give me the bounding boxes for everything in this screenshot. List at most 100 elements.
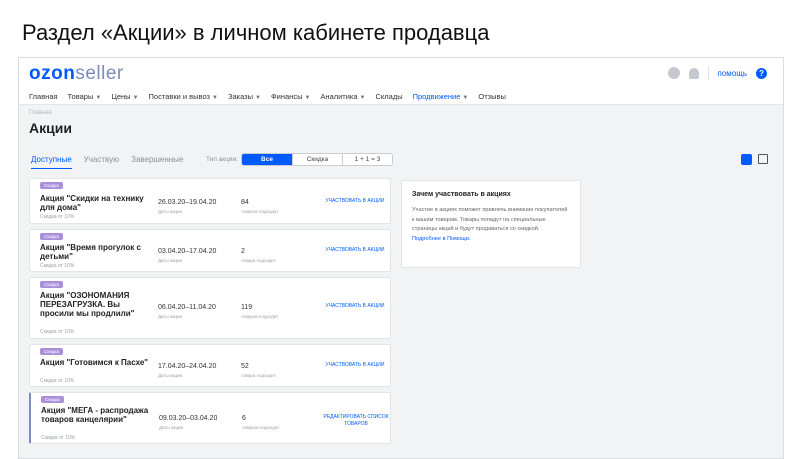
chevron-down-icon: ▼ (462, 95, 469, 101)
promo-card[interactable]: Скидка Акция "Время прогулок с детьми" С… (29, 229, 391, 272)
participate-button[interactable]: УЧАСТВОВАТЬ В АКЦИИ (322, 303, 388, 310)
promo-dates-caption: Даты акции (158, 209, 183, 214)
info-text: Участие в акциях поможет привлечь вниман… (412, 207, 568, 232)
promo-tabs: Доступные Участвую Завершенные (31, 155, 183, 169)
nav-item-prices[interactable]: Цены ▼ (111, 92, 138, 101)
logo-seller-text: seller (75, 62, 124, 84)
promo-dates-caption: Даты акции (159, 425, 184, 430)
tab-participating[interactable]: Участвую (84, 155, 119, 169)
promo-name: Акция "Готовимся к Пасхе" (40, 358, 149, 367)
nav-item-finance[interactable]: Финансы ▼ (271, 92, 310, 101)
help-link[interactable]: помощь (718, 69, 747, 78)
nav-label: Продвижение (412, 92, 461, 101)
filter-option-discount[interactable]: Скидка (292, 154, 342, 165)
promo-discount: Скидка от 10% (40, 378, 75, 384)
list-view-icon[interactable] (741, 154, 752, 165)
calendar-view-icon[interactable] (758, 154, 768, 164)
ozon-seller-logo[interactable]: ozon seller (29, 63, 124, 85)
chevron-down-icon: ▼ (211, 95, 218, 101)
help-icon[interactable]: ? (756, 67, 767, 79)
nav-label: Финансы (270, 92, 303, 101)
promo-dates: 06.04.20–11.04.20 (158, 304, 216, 311)
promo-name: Акция "МЕГА - распродажа товаров канцеля… (41, 406, 149, 424)
nav-label: Главная (29, 92, 58, 101)
promo-count-caption: товаров подходит (241, 209, 279, 214)
user-avatar-icon[interactable] (667, 67, 680, 79)
help-more-link[interactable]: Подробнее в Помощи. (412, 235, 570, 245)
nav-label: Отзывы (478, 92, 506, 101)
promo-product-count: 2 (241, 248, 245, 255)
promo-name: Акция "ОЗОНОМАНИЯ ПЕРЕЗАГРУЗКА. Вы проси… (40, 291, 135, 318)
promo-name: Акция "Скидки на технику для дома" (40, 194, 144, 212)
promo-product-count: 52 (241, 363, 249, 370)
participate-button[interactable]: УЧАСТВОВАТЬ В АКЦИИ (322, 362, 388, 369)
top-bar: ozon seller помощь ? (19, 58, 783, 89)
promo-type-badge: Скидка (40, 281, 63, 288)
nav-item-orders[interactable]: Заказы ▼ (228, 92, 261, 101)
promo-count-caption: товаров подходит (242, 425, 280, 430)
chevron-down-icon: ▼ (255, 95, 261, 101)
chevron-down-icon: ▼ (132, 95, 139, 101)
promo-discount: Скидка от 10% (41, 435, 76, 441)
info-title: Зачем участвовать в акциях (412, 191, 511, 198)
promo-count-caption: товара подходит (241, 373, 276, 378)
promo-dates-caption: Даты акции (158, 314, 183, 319)
tab-finished[interactable]: Завершенные (131, 155, 183, 169)
divider (707, 66, 709, 80)
promo-count-caption: товаров подходит (241, 314, 279, 319)
filter-option-1-plus-1[interactable]: 1 + 1 = 3 (342, 154, 392, 165)
breadcrumb[interactable]: Главная (29, 110, 52, 116)
bell-icon[interactable] (688, 67, 699, 79)
promo-card[interactable]: Скидка Акция "МЕГА - распродажа товаров … (29, 392, 391, 444)
seller-dashboard-window: ozon seller помощь ? Главная Товары ▼ Цены… (18, 57, 784, 459)
promo-type-filter: Все Скидка 1 + 1 = 3 (241, 153, 393, 166)
logo-ozon-text: ozon (29, 62, 76, 84)
promo-dates: 17.04.20–24.04.20 (158, 363, 217, 370)
promo-list: Скидка Акция "Скидки на технику для дома… (29, 178, 391, 449)
promo-product-count: 119 (241, 304, 253, 311)
promo-type-label: Тип акции: (206, 156, 238, 163)
nav-label: Цены (111, 92, 131, 101)
nav-item-supplies[interactable]: Поставки и вывоз ▼ (149, 92, 218, 101)
promo-discount: Скидка от 10% (40, 214, 75, 220)
nav-label: Склады (375, 92, 403, 101)
promo-discount: Скидка от 10% (40, 263, 75, 269)
chevron-down-icon: ▼ (95, 95, 102, 101)
tab-available[interactable]: Доступные (31, 155, 72, 169)
nav-item-analytics[interactable]: Аналитика ▼ (320, 92, 365, 101)
nav-item-products[interactable]: Товары ▼ (68, 92, 102, 101)
promo-dates: 03.04.20–17.04.20 (158, 248, 217, 255)
slide-title: Раздел «Акции» в личном кабинете продавц… (22, 20, 490, 45)
promo-name: Акция "Время прогулок с детьми" (40, 243, 141, 261)
promo-dates-caption: Даты акции (158, 258, 183, 263)
nav-label: Заказы (227, 92, 254, 101)
nav-item-warehouses[interactable]: Склады (376, 92, 403, 101)
nav-label: Поставки и вывоз (148, 92, 210, 101)
main-nav: Главная Товары ▼ Цены ▼ Поставки и вывоз ▼ … (19, 89, 783, 105)
nav-item-promotion[interactable]: Продвижение ▼ (413, 92, 469, 101)
filter-option-all[interactable]: Все (242, 154, 292, 165)
chevron-down-icon: ▼ (304, 95, 311, 101)
promo-card[interactable]: Скидка Акция "Готовимся к Пасхе" Скидка … (29, 344, 391, 387)
participate-button[interactable]: УЧАСТВОВАТЬ В АКЦИИ (322, 198, 388, 205)
promo-discount: Скидка от 10% (40, 329, 75, 335)
promo-type-badge: Скидка (40, 348, 63, 355)
nav-label: Товары (67, 92, 94, 101)
promo-card[interactable]: Скидка Акция "ОЗОНОМАНИЯ ПЕРЕЗАГРУЗКА. В… (29, 277, 391, 339)
info-panel: Зачем участвовать в акциях Участие в акц… (401, 180, 581, 268)
promo-dates: 26.03.20–19.04.20 (158, 199, 217, 206)
promo-product-count: 6 (242, 415, 246, 422)
page-title: Акции (29, 120, 72, 136)
promo-card[interactable]: Скидка Акция "Скидки на технику для дома… (29, 178, 391, 224)
promo-type-badge: Скидка (40, 233, 63, 240)
participate-button[interactable]: УЧАСТВОВАТЬ В АКЦИИ (322, 247, 388, 254)
nav-item-main[interactable]: Главная (29, 92, 58, 101)
promo-dates-caption: Даты акции (158, 373, 183, 378)
promo-dates: 09.03.20–03.04.20 (159, 415, 218, 422)
nav-item-reviews[interactable]: Отзывы (478, 92, 505, 101)
promo-type-badge: Скидка (41, 396, 64, 403)
edit-product-list-button[interactable]: РЕДАКТИРОВАТЬ СПИСОК ТОВАРОВ (323, 414, 389, 428)
chevron-down-icon: ▼ (359, 95, 366, 101)
promo-product-count: 84 (241, 199, 249, 206)
promo-count-caption: товара подходит (241, 258, 276, 263)
